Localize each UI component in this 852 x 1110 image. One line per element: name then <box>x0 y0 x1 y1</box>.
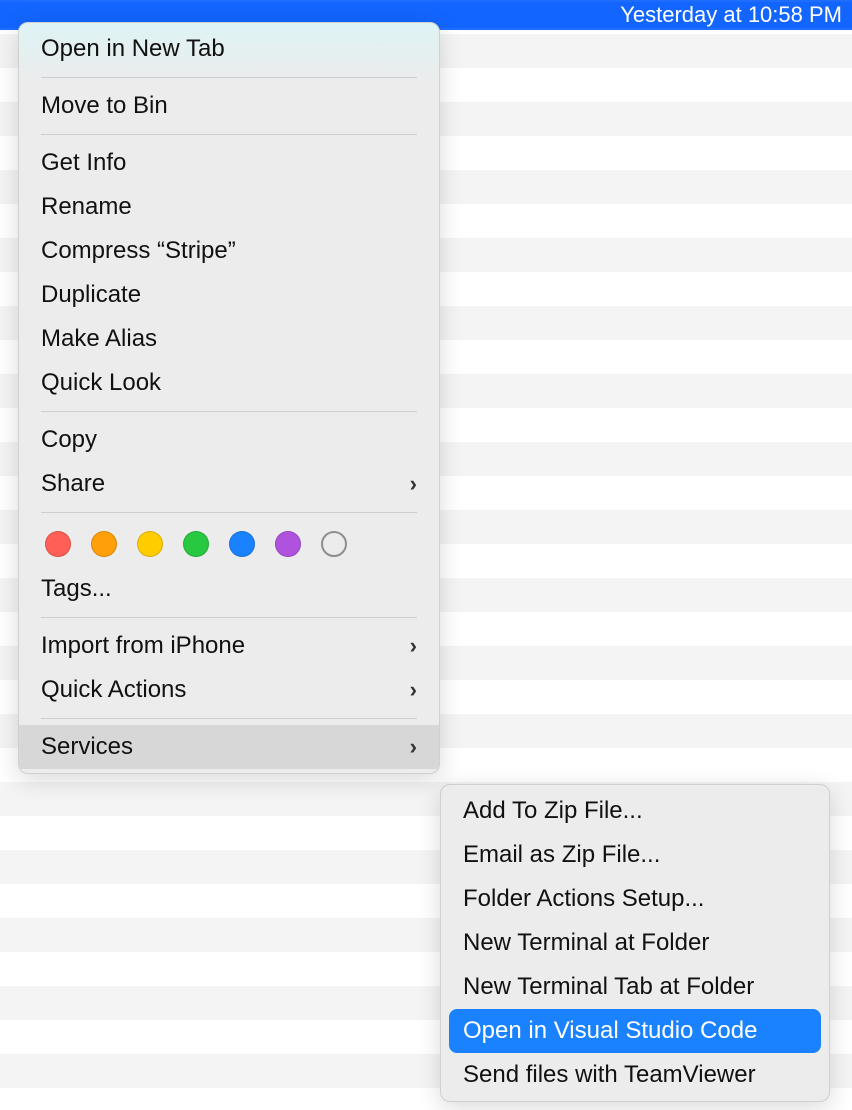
menu-separator <box>41 617 417 618</box>
chevron-right-icon: › <box>410 734 417 760</box>
menu-separator <box>41 77 417 78</box>
svc-new-terminal[interactable]: New Terminal at Folder <box>441 921 829 965</box>
svc-new-terminal-tab[interactable]: New Terminal Tab at Folder <box>441 965 829 1009</box>
menu-separator <box>41 134 417 135</box>
tag-yellow[interactable] <box>137 531 163 557</box>
date-modified-label: Yesterday at 10:58 PM <box>620 2 842 28</box>
svc-add-to-zip[interactable]: Add To Zip File... <box>441 789 829 833</box>
tag-none[interactable] <box>321 531 347 557</box>
menu-label: Move to Bin <box>41 92 168 120</box>
menu-move-to-bin[interactable]: Move to Bin <box>19 84 439 128</box>
menu-open-new-tab[interactable]: Open in New Tab <box>19 27 439 71</box>
menu-label: Quick Actions <box>41 676 186 704</box>
svc-send-teamviewer[interactable]: Send files with TeamViewer <box>441 1053 829 1097</box>
menu-label: Make Alias <box>41 325 157 353</box>
services-submenu: Add To Zip File... Email as Zip File... … <box>440 784 830 1102</box>
menu-label: Open in New Tab <box>41 35 225 63</box>
menu-label: Folder Actions Setup... <box>463 885 704 913</box>
menu-quick-look[interactable]: Quick Look <box>19 361 439 405</box>
tag-purple[interactable] <box>275 531 301 557</box>
tag-color-row <box>19 519 439 567</box>
svc-email-zip[interactable]: Email as Zip File... <box>441 833 829 877</box>
menu-label: Add To Zip File... <box>463 797 643 825</box>
tag-blue[interactable] <box>229 531 255 557</box>
menu-get-info[interactable]: Get Info <box>19 141 439 185</box>
menu-copy[interactable]: Copy <box>19 418 439 462</box>
chevron-right-icon: › <box>410 633 417 659</box>
menu-separator <box>41 512 417 513</box>
tag-orange[interactable] <box>91 531 117 557</box>
menu-make-alias[interactable]: Make Alias <box>19 317 439 361</box>
menu-label: New Terminal Tab at Folder <box>463 973 754 1001</box>
menu-label: Send files with TeamViewer <box>463 1061 756 1089</box>
menu-label: Share <box>41 470 105 498</box>
menu-label: Copy <box>41 426 97 454</box>
menu-duplicate[interactable]: Duplicate <box>19 273 439 317</box>
menu-compress[interactable]: Compress “Stripe” <box>19 229 439 273</box>
context-menu: Open in New Tab Move to Bin Get Info Ren… <box>18 22 440 774</box>
menu-label: Compress “Stripe” <box>41 237 236 265</box>
menu-separator <box>41 718 417 719</box>
tag-green[interactable] <box>183 531 209 557</box>
menu-label: Services <box>41 733 133 761</box>
chevron-right-icon: › <box>410 471 417 497</box>
menu-separator <box>41 411 417 412</box>
menu-share[interactable]: Share › <box>19 462 439 506</box>
menu-label: Email as Zip File... <box>463 841 660 869</box>
menu-label: Quick Look <box>41 369 161 397</box>
menu-label: New Terminal at Folder <box>463 929 709 957</box>
chevron-right-icon: › <box>410 677 417 703</box>
menu-label: Tags... <box>41 575 112 603</box>
svc-folder-actions[interactable]: Folder Actions Setup... <box>441 877 829 921</box>
menu-label: Get Info <box>41 149 126 177</box>
tag-red[interactable] <box>45 531 71 557</box>
menu-label: Duplicate <box>41 281 141 309</box>
menu-quick-actions[interactable]: Quick Actions › <box>19 668 439 712</box>
menu-label: Open in Visual Studio Code <box>463 1017 757 1045</box>
menu-import-iphone[interactable]: Import from iPhone › <box>19 624 439 668</box>
menu-services[interactable]: Services › <box>19 725 439 769</box>
menu-rename[interactable]: Rename <box>19 185 439 229</box>
svc-open-vscode[interactable]: Open in Visual Studio Code <box>449 1009 821 1053</box>
menu-label: Rename <box>41 193 132 221</box>
menu-label: Import from iPhone <box>41 632 245 660</box>
menu-tags[interactable]: Tags... <box>19 567 439 611</box>
